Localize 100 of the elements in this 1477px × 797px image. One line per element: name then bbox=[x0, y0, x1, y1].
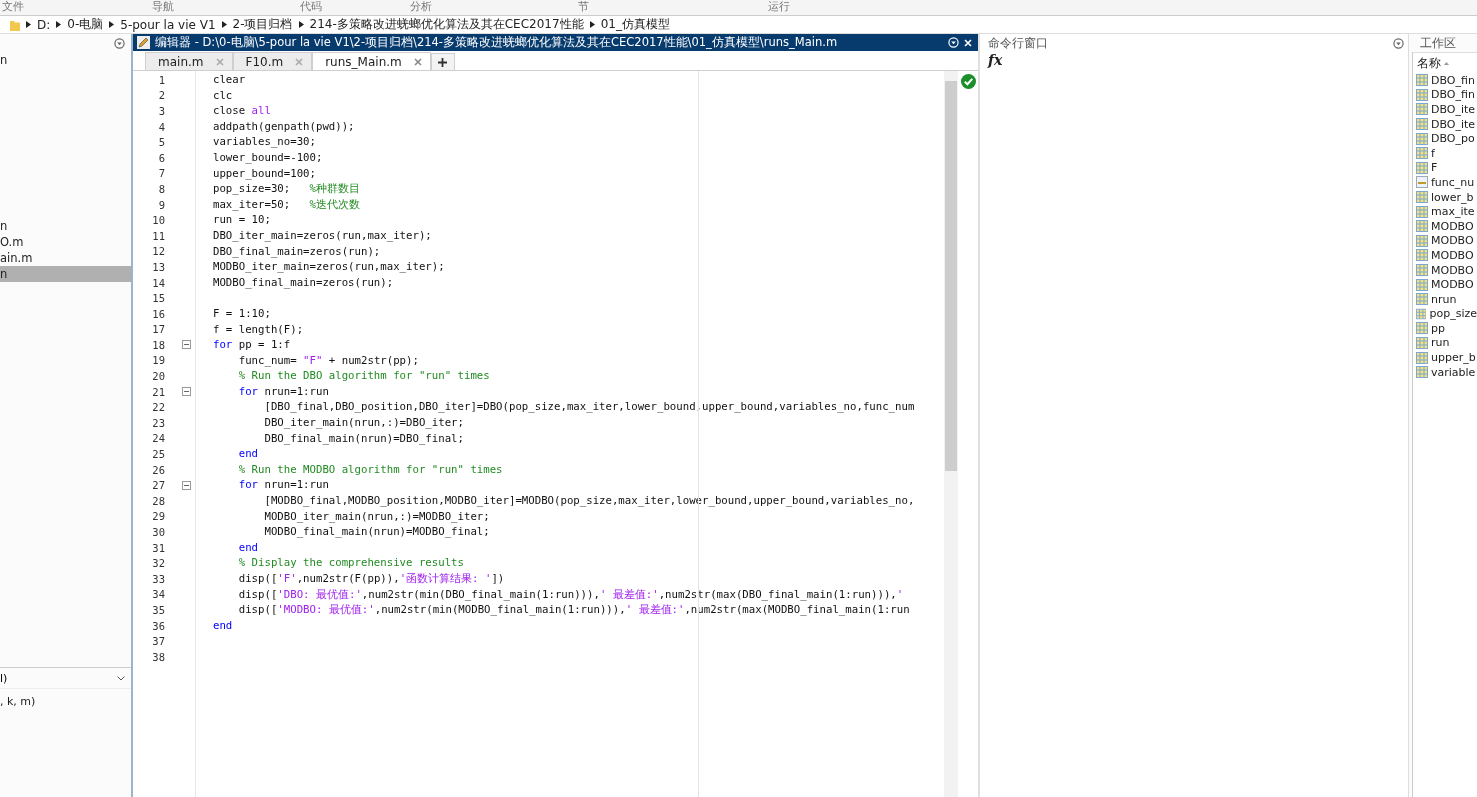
table-icon bbox=[1416, 103, 1428, 116]
variable-name[interactable]: pp bbox=[1431, 321, 1445, 335]
line-number: 28 bbox=[151, 494, 165, 507]
function-prompt[interactable]: fx bbox=[980, 52, 1408, 68]
line-number: 37 bbox=[151, 635, 165, 648]
toolstrip-tab[interactable]: 节 bbox=[558, 0, 738, 15]
variable-name[interactable]: DBO_po bbox=[1431, 132, 1475, 146]
variable-name[interactable]: MODBO bbox=[1431, 248, 1474, 262]
line-number: 23 bbox=[151, 416, 165, 429]
line-number: 7 bbox=[157, 167, 165, 180]
dropdown-icon[interactable] bbox=[114, 37, 125, 49]
file-tab[interactable]: main.m bbox=[145, 52, 233, 70]
column-header[interactable]: 名称 bbox=[1417, 55, 1441, 71]
variable-name[interactable]: MODBO bbox=[1431, 234, 1474, 248]
path-segment[interactable]: D: bbox=[37, 17, 51, 32]
variable-name[interactable]: MODBO bbox=[1431, 278, 1474, 292]
details-dropdown[interactable]: l) bbox=[0, 667, 131, 689]
code-line: clear bbox=[213, 73, 246, 86]
scrollbar[interactable] bbox=[944, 71, 958, 797]
code-line: DBO_iter_main=zeros(run,max_iter); bbox=[213, 228, 432, 242]
table-icon bbox=[1416, 337, 1428, 349]
variable-name[interactable]: DBO_ite bbox=[1431, 103, 1476, 116]
table-icon bbox=[1416, 161, 1428, 174]
line-number: 12 bbox=[151, 245, 165, 258]
file-tab[interactable]: F10.m bbox=[232, 52, 313, 70]
variable-name[interactable]: DBO_ite bbox=[1431, 117, 1476, 131]
variable-name[interactable]: DBO_fin bbox=[1431, 88, 1475, 102]
file-item[interactable]: O.m bbox=[0, 234, 131, 250]
variable-name[interactable]: F bbox=[1431, 161, 1438, 175]
table-icon bbox=[1416, 118, 1428, 131]
line-number: 34 bbox=[151, 588, 165, 601]
line-number: 15 bbox=[151, 292, 165, 305]
file-item[interactable]: ain.m bbox=[0, 250, 131, 266]
line-number: 27 bbox=[151, 479, 165, 492]
code-line: for pp = 1:f bbox=[213, 338, 291, 352]
code-line: [DBO_final,DBO_position,DBO_iter]=DBO(pop_size,max_iter,lower_bound,upper_bound,variables_no,func_num bbox=[263, 400, 915, 414]
file-item[interactable]: n bbox=[0, 218, 131, 234]
file-item[interactable]: n bbox=[0, 266, 131, 282]
variable-name[interactable]: variable bbox=[1431, 365, 1476, 379]
table-icon bbox=[1416, 293, 1428, 306]
code-line: func_num= "F" + num2str(pp); bbox=[237, 353, 419, 367]
sort-icon[interactable] bbox=[1444, 61, 1449, 65]
path-segment[interactable]: 2-项目归档 bbox=[232, 16, 293, 33]
line-number: 22 bbox=[151, 401, 165, 414]
toolstrip-tab[interactable]: 分析 bbox=[410, 0, 558, 15]
code-line: f = length(F); bbox=[213, 322, 304, 336]
code-line: disp(['F',num2str(F(pp)),'函数计算结果: ']) bbox=[237, 572, 505, 585]
variable-name[interactable]: upper_b bbox=[1431, 351, 1476, 365]
chevron-right-icon[interactable] bbox=[221, 21, 227, 28]
line-number: 8 bbox=[157, 182, 165, 195]
fold-icon[interactable] bbox=[182, 480, 191, 490]
table-icon bbox=[1416, 220, 1428, 233]
chevron-right-icon[interactable] bbox=[109, 21, 115, 28]
toolstrip-tab[interactable]: 导航 bbox=[152, 0, 292, 15]
line-number: 19 bbox=[151, 354, 165, 367]
code-line: pop_size=30; %种群数目 bbox=[213, 182, 360, 196]
variable-name[interactable]: MODBO bbox=[1431, 219, 1474, 233]
fold-icon[interactable] bbox=[182, 387, 191, 397]
line-number: 32 bbox=[151, 557, 165, 570]
line-number: 33 bbox=[151, 572, 165, 585]
code-line: DBO_final_main(nrun)=DBO_final; bbox=[263, 431, 464, 445]
toolstrip-tab[interactable]: 代码 bbox=[292, 0, 410, 15]
chevron-right-icon[interactable] bbox=[298, 21, 304, 28]
chevron-right-icon[interactable] bbox=[589, 21, 595, 28]
code-line: MODBO_final_main(nrun)=MODBO_final; bbox=[263, 525, 490, 539]
code-line: end bbox=[213, 618, 233, 632]
table-icon bbox=[1416, 205, 1428, 218]
variable-name[interactable]: pop_size bbox=[1429, 307, 1477, 321]
variable-name[interactable]: run bbox=[1431, 336, 1450, 350]
code-line: variables_no=30; bbox=[213, 135, 316, 149]
path-segment[interactable]: 5-pour la vie V1 bbox=[120, 17, 216, 32]
chevron-down-icon[interactable] bbox=[117, 675, 125, 681]
line-number: 18 bbox=[151, 338, 165, 351]
code-line: addpath(genpath(pwd)); bbox=[213, 119, 355, 133]
chevron-right-icon[interactable] bbox=[26, 21, 31, 28]
file-item[interactable]: n bbox=[0, 52, 131, 68]
file-tab[interactable]: runs_Main.m bbox=[312, 52, 431, 70]
variable-name[interactable]: max_ite bbox=[1431, 205, 1475, 219]
chevron-right-icon[interactable] bbox=[56, 21, 62, 28]
toolstrip-tab[interactable]: 文件 bbox=[0, 0, 152, 15]
variable-name[interactable]: DBO_fin bbox=[1431, 73, 1475, 87]
new-tab-button[interactable] bbox=[430, 53, 455, 70]
table-icon bbox=[1416, 278, 1428, 291]
variable-name[interactable]: func_nu bbox=[1431, 175, 1475, 189]
variable-name[interactable]: nrun bbox=[1431, 292, 1457, 306]
variable-name[interactable]: lower_b bbox=[1431, 190, 1474, 204]
line-number: 17 bbox=[151, 323, 165, 336]
fold-icon[interactable] bbox=[182, 340, 191, 350]
path-segment[interactable]: 01_仿真模型 bbox=[600, 16, 670, 33]
path-segment[interactable]: 214-多策略改进蜣螂优化算法及其在CEC2017性能 bbox=[309, 16, 584, 33]
toolstrip-tab[interactable]: 运行 bbox=[738, 0, 888, 15]
table-icon bbox=[1416, 191, 1428, 204]
variable-name[interactable]: MODBO bbox=[1431, 263, 1474, 277]
variable-name[interactable]: f bbox=[1431, 146, 1435, 160]
dropdown-icon[interactable] bbox=[1393, 37, 1404, 49]
line-number: 20 bbox=[151, 370, 165, 383]
plus-icon[interactable] bbox=[438, 57, 448, 67]
path-segment[interactable]: 0-电脑 bbox=[67, 16, 104, 33]
table-icon bbox=[1416, 74, 1428, 87]
code-line: MODBO_iter_main=zeros(run,max_iter); bbox=[213, 260, 445, 274]
